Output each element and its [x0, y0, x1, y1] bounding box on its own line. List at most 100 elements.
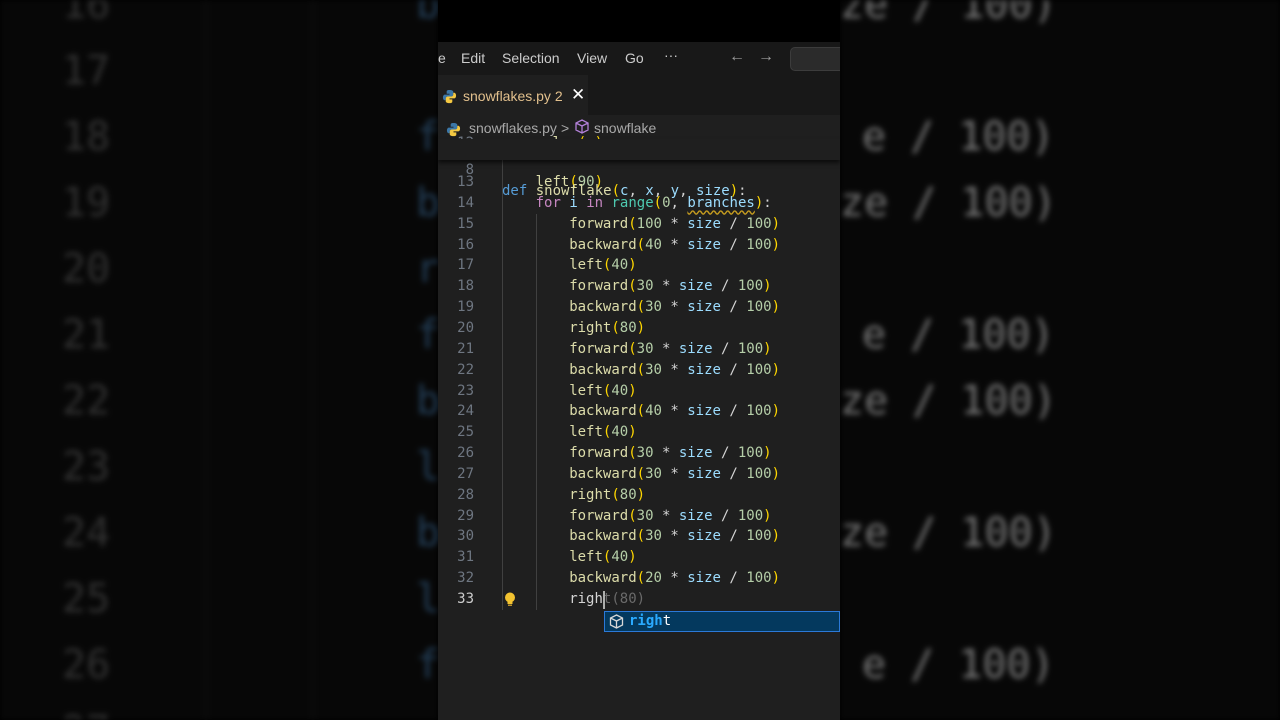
line-number: 21 — [457, 340, 474, 357]
forward-arrow-icon[interactable]: → — [758, 48, 774, 66]
code-line: forward(100 * size / 100) — [569, 215, 781, 232]
code-line-row[interactable]: 29 forward(30 * size / 100) — [438, 506, 840, 527]
menu-item-view[interactable]: View — [577, 50, 607, 66]
line-number: 16 — [457, 236, 474, 253]
code-line-row[interactable]: 33 right(80) — [438, 589, 840, 610]
line-number: 20 — [457, 319, 474, 336]
code-line-row[interactable]: 28 right(80) — [438, 485, 840, 506]
line-number: 27 — [457, 465, 474, 482]
code-line-row[interactable]: 17 left(40) — [438, 255, 840, 276]
background-code-fragment: e / 100) — [862, 114, 1055, 160]
line-number: 22 — [457, 361, 474, 378]
background-line-number: 19 — [62, 180, 111, 226]
code-line-row[interactable]: 25 left(40) — [438, 422, 840, 443]
lightbulb-icon[interactable] — [504, 592, 516, 606]
background-line-number: 21 — [62, 312, 111, 358]
background-blur-left: 16 b 17 18 f 19 b 20 r 21 f 22 b 23 l 24 b 25 l 26 f 27 — [0, 0, 438, 720]
background-line-number: 27 — [62, 708, 110, 720]
background-code-fragment: b — [416, 180, 438, 226]
code-line: forward(30 * size / 100) — [569, 507, 772, 524]
code-line: backward(40 * size / 100) — [569, 236, 780, 253]
method-icon — [609, 614, 624, 633]
close-icon[interactable]: ✕ — [571, 85, 585, 105]
code-line: forward(30 * size / 100) — [569, 445, 772, 462]
problem-count-badge: 2 — [554, 88, 563, 104]
line-number: 25 — [457, 424, 474, 441]
background-divider — [312, 0, 314, 720]
background-line-number: 24 — [62, 510, 111, 556]
code-line: left(40) — [569, 257, 637, 274]
line-number: 28 — [457, 486, 474, 503]
back-arrow-icon[interactable]: ← — [729, 48, 745, 66]
indent-guide — [502, 160, 503, 610]
sticky-scroll-header[interactable]: 8 def snowflake(c, x, y, size): — [438, 139, 840, 199]
line-number: 32 — [457, 570, 474, 587]
line-number: 30 — [457, 528, 474, 545]
code-line-row[interactable]: 18 forward(30 * size / 100) — [438, 276, 840, 297]
text-cursor — [602, 591, 605, 609]
background-line-number: 25 — [62, 576, 111, 622]
background-code-fragment: e / 100) — [862, 642, 1055, 688]
code-line-row[interactable]: 23 left(40) — [438, 381, 840, 402]
more-menu-icon[interactable]: ··· — [664, 47, 678, 63]
code-line: right(80) — [569, 486, 646, 503]
code-line: right(80) — [569, 591, 646, 607]
background-code-fragment: l — [416, 444, 438, 490]
tab-snowflakes-py[interactable]: snowflakes.py 2 ✕ — [438, 75, 588, 115]
background-code-fragment: b — [416, 0, 438, 28]
code-line-row[interactable]: 26 forward(30 * size / 100) — [438, 443, 840, 464]
background-code-fragment: ze / 100) — [840, 510, 1057, 556]
code-line: right(80) — [569, 319, 646, 336]
background-code-fragment: ze / 100) — [840, 180, 1057, 226]
code-line-row[interactable]: 19 backward(30 * size / 100) — [438, 297, 840, 318]
menu-item-go[interactable]: Go — [625, 50, 644, 66]
code-editor-window: e Edit Selection View Go ··· ← → snowfla… — [438, 0, 840, 720]
line-number: 19 — [457, 299, 474, 316]
code-area[interactable]: 8 def snowflake(c, x, y, size): 12color(… — [438, 135, 840, 720]
background-line-number: 16 — [62, 0, 111, 28]
python-file-icon — [442, 89, 457, 107]
background-code-fragment: r — [416, 246, 438, 292]
autocomplete-suggestion[interactable]: right — [604, 610, 840, 633]
code-line-row[interactable]: 32 backward(20 * size / 100) — [438, 568, 840, 589]
menu-item-selection[interactable]: Selection — [502, 50, 560, 66]
code-line: def snowflake(c, x, y, size): — [502, 183, 747, 199]
code-line-row[interactable]: 20 right(80) — [438, 318, 840, 339]
title-bar — [438, 0, 840, 42]
code-line: forward(30 * size / 100) — [569, 340, 772, 357]
background-line-number: 23 — [62, 444, 111, 490]
command-center-search[interactable] — [790, 47, 840, 71]
code-line-row[interactable]: 30 backward(30 * size / 100) — [438, 526, 840, 547]
code-line-row[interactable]: 27 backward(30 * size / 100) — [438, 464, 840, 485]
code-line: backward(40 * size / 100) — [569, 403, 780, 420]
code-line-row[interactable]: 21 forward(30 * size / 100) — [438, 339, 840, 360]
background-code-fragment: f — [416, 312, 438, 358]
code-line-row[interactable]: 22 backward(30 * size / 100) — [438, 360, 840, 381]
background-divider — [205, 0, 207, 720]
code-line: backward(30 * size / 100) — [569, 299, 780, 316]
menu-item-file[interactable]: e — [438, 50, 446, 66]
tab-bar: snowflakes.py 2 ✕ — [438, 75, 840, 115]
code-line: left(40) — [569, 424, 637, 441]
indent-guide — [535, 213, 537, 610]
background-code-fragment: ze / 100) — [840, 378, 1057, 424]
code-line-row[interactable]: 15 forward(100 * size / 100) — [438, 214, 840, 235]
code-line-row[interactable]: 24 backward(40 * size / 100) — [438, 401, 840, 422]
background-code-fragment: ze / 100) — [840, 0, 1057, 28]
code-line-row[interactable]: 16 backward(40 * size / 100) — [438, 235, 840, 256]
line-number: 33 — [457, 591, 474, 607]
menu-item-edit[interactable]: Edit — [461, 50, 485, 66]
background-code-fragment: f — [416, 114, 438, 160]
background-line-number: 17 — [62, 48, 111, 94]
line-number: 29 — [457, 507, 474, 524]
line-number: 24 — [457, 403, 474, 420]
code-line: backward(30 * size / 100) — [569, 361, 780, 378]
line-number: 26 — [457, 445, 474, 462]
code-line: forward(30 * size / 100) — [569, 278, 772, 295]
background-line-number: 20 — [62, 246, 111, 292]
background-code-fragment: b — [416, 378, 438, 424]
code-line: left(40) — [569, 382, 637, 399]
tab-filename: snowflakes.py 2 — [463, 88, 563, 104]
code-line-row[interactable]: 31 left(40) — [438, 547, 840, 568]
background-line-number: 26 — [62, 642, 111, 688]
